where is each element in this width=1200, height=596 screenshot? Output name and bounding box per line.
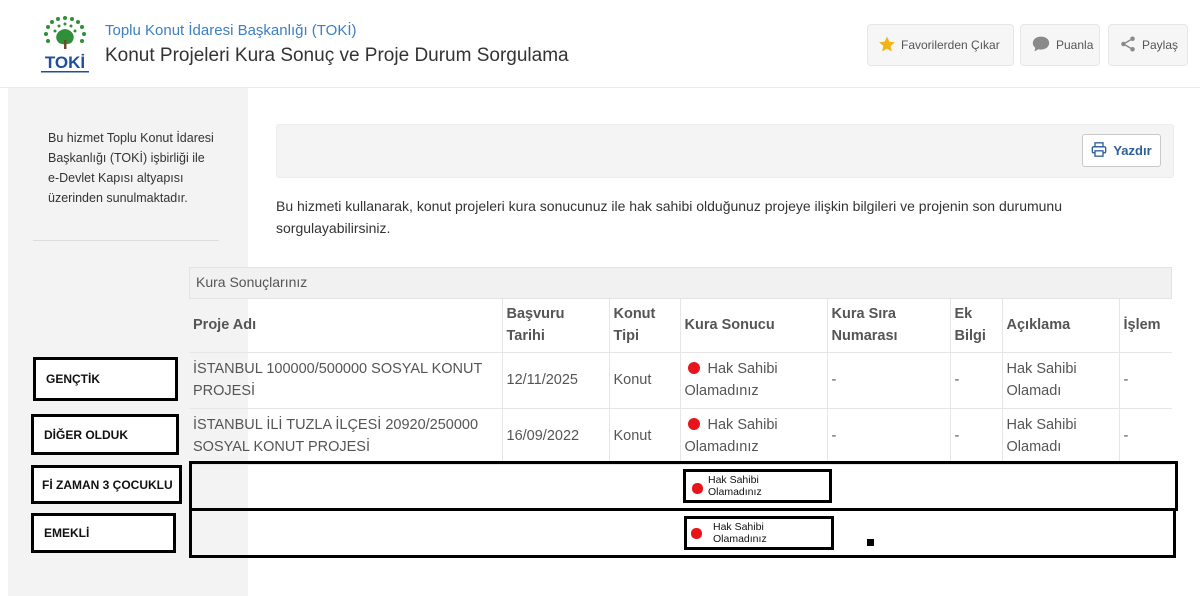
- result-cell: Hak Sahibi Olamadınız: [680, 352, 828, 409]
- results-table: Proje Adı Başvuru Tarihi Konut Tipi Kura…: [189, 299, 1172, 465]
- note-cell: Hak Sahibi Olamadı: [1002, 352, 1120, 409]
- column-header: Başvuru Tarihi: [502, 299, 610, 353]
- column-header: Açıklama: [1002, 299, 1120, 353]
- annotation-mark: [867, 539, 874, 546]
- status-dot-icon: [692, 483, 703, 494]
- annotation-label: GENÇTİK: [33, 357, 178, 401]
- column-header: Kura Sıra Numarası: [827, 299, 951, 353]
- print-toolbar: [276, 124, 1174, 178]
- extra-info-cell: -: [950, 408, 1003, 465]
- rate-label: Puanla: [1056, 38, 1094, 52]
- column-header: Ek Bilgi: [950, 299, 1003, 353]
- annotation-label: Fİ ZAMAN 3 ÇOCUKLU: [31, 465, 182, 504]
- project-name-cell: İSTANBUL İLİ TUZLA İLÇESİ 20920/250000 S…: [189, 408, 503, 465]
- page-title: Konut Projeleri Kura Sonuç ve Proje Duru…: [105, 45, 569, 66]
- share-label: Paylaş: [1142, 38, 1179, 52]
- table-header-row: Proje Adı Başvuru Tarihi Konut Tipi Kura…: [189, 299, 1172, 353]
- logo-text: TOKİ: [45, 53, 85, 72]
- column-header: Konut Tipi: [609, 299, 681, 353]
- annotation-result-box: Hak Sahibi Olamadınız: [683, 469, 832, 503]
- extra-info-cell: -: [950, 352, 1003, 409]
- print-label: Yazdır: [1113, 143, 1152, 158]
- org-name-link[interactable]: Toplu Konut İdaresi Başkanlığı (TOKİ): [105, 22, 357, 39]
- share-button[interactable]: Paylaş: [1108, 24, 1188, 66]
- favorites-label: Favorilerden Çıkar: [901, 38, 1000, 52]
- date-cell: 16/09/2022: [502, 408, 610, 465]
- column-header: Proje Adı: [189, 299, 503, 353]
- favorites-button[interactable]: Favorilerden Çıkar: [867, 24, 1014, 66]
- action-cell: -: [1119, 352, 1172, 409]
- printer-icon: [1091, 141, 1107, 160]
- order-number-cell: -: [827, 408, 951, 465]
- page-header: TOKİ Toplu Konut İdaresi Başkanlığı (TOK…: [0, 0, 1200, 88]
- annotation-result-text: Hak Sahibi Olamadınız: [708, 474, 762, 498]
- divider: [33, 240, 219, 241]
- annotation-row-box: [189, 508, 1176, 558]
- column-header: İşlem: [1119, 299, 1172, 353]
- service-description: Bu hizmeti kullanarak, konut projeleri k…: [276, 198, 1062, 236]
- rate-button[interactable]: Puanla: [1020, 24, 1100, 66]
- project-name-cell: İSTANBUL 100000/500000 SOSYAL KONUT PROJ…: [189, 352, 503, 409]
- annotation-label: EMEKLİ: [31, 513, 176, 553]
- note-cell: Hak Sahibi Olamadı: [1002, 408, 1120, 465]
- speech-bubble-icon: [1031, 35, 1051, 56]
- table-row: İSTANBUL İLİ TUZLA İLÇESİ 20920/250000 S…: [189, 408, 1172, 465]
- date-cell: 12/11/2025: [502, 352, 610, 409]
- column-header: Kura Sonucu: [680, 299, 828, 353]
- print-button[interactable]: Yazdır: [1082, 134, 1161, 167]
- toki-logo: TOKİ: [33, 12, 97, 76]
- annotation-result-box: Hak Sahibi Olamadınız: [684, 516, 834, 550]
- table-row: İSTANBUL 100000/500000 SOSYAL KONUT PROJ…: [189, 352, 1172, 409]
- order-number-cell: -: [827, 352, 951, 409]
- type-cell: Konut: [609, 352, 681, 409]
- status-dot-icon: [687, 418, 700, 430]
- share-icon: [1119, 35, 1137, 56]
- service-info-text: Bu hizmet Toplu Konut İdaresi Başkanlığı…: [48, 131, 214, 205]
- action-cell: -: [1119, 408, 1172, 465]
- results-caption: Kura Sonuçlarınız: [189, 267, 1172, 299]
- status-dot-icon: [687, 362, 700, 374]
- annotation-label: DİĞER OLDUK: [31, 414, 179, 455]
- result-cell: Hak Sahibi Olamadınız: [680, 408, 828, 465]
- type-cell: Konut: [609, 408, 681, 465]
- star-icon: [878, 35, 896, 56]
- annotation-result-text: Hak Sahibi Olamadınız: [713, 521, 767, 545]
- status-dot-icon: [691, 528, 702, 539]
